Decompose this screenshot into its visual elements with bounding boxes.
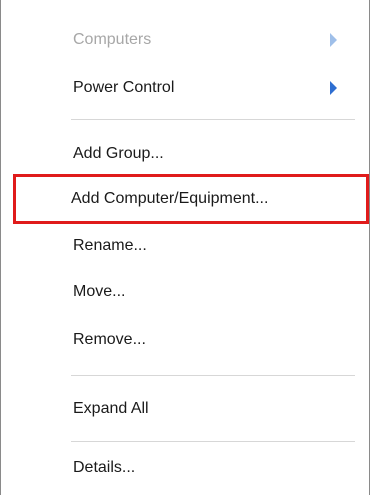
menu-item-label: Power Control bbox=[73, 79, 175, 96]
menu-item-label: Add Group... bbox=[73, 145, 164, 162]
menu-item-move[interactable]: Move... bbox=[15, 270, 355, 314]
menu-item-computers[interactable]: Computers bbox=[15, 18, 355, 62]
menu-item-label: Remove... bbox=[73, 331, 146, 348]
menu-item-label: Move... bbox=[73, 283, 126, 300]
context-menu: Computers Power Control Add Group... Add… bbox=[0, 0, 370, 495]
menu-item-label: Add Computer/Equipment... bbox=[71, 190, 269, 207]
menu-item-remove[interactable]: Remove... bbox=[15, 318, 355, 362]
menu-item-rename[interactable]: Rename... bbox=[15, 224, 355, 268]
menu-item-details[interactable]: Details... bbox=[15, 446, 355, 490]
menu-item-power-control[interactable]: Power Control bbox=[15, 66, 355, 110]
chevron-right-icon bbox=[330, 81, 337, 95]
menu-item-label: Expand All bbox=[73, 400, 149, 417]
menu-item-label: Details... bbox=[73, 459, 136, 476]
chevron-right-icon bbox=[330, 33, 337, 47]
menu-separator bbox=[71, 441, 355, 442]
menu-separator bbox=[71, 119, 355, 120]
menu-separator bbox=[71, 375, 355, 376]
menu-item-label: Computers bbox=[73, 31, 152, 48]
menu-item-label: Rename... bbox=[73, 237, 147, 254]
menu-item-add-computer-equipment[interactable]: Add Computer/Equipment... bbox=[13, 174, 369, 224]
menu-item-expand-all[interactable]: Expand All bbox=[15, 387, 355, 431]
menu-item-add-group[interactable]: Add Group... bbox=[15, 132, 355, 176]
